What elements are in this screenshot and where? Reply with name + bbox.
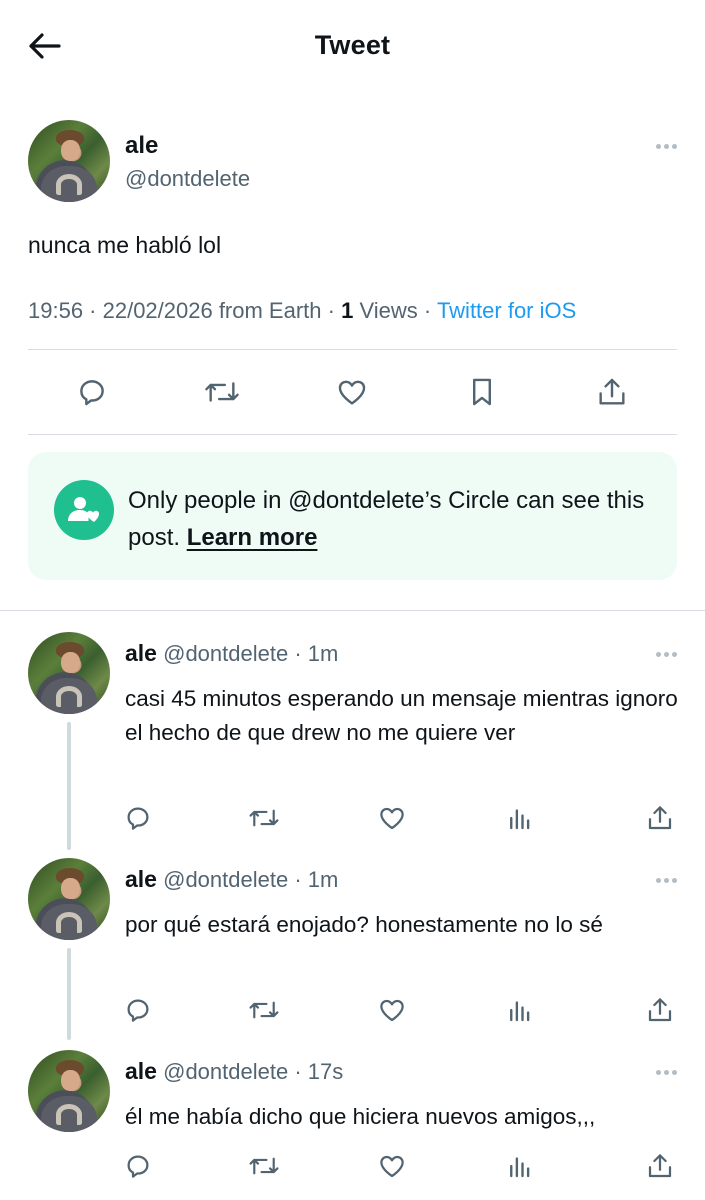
reply-header: ale @dontdelete · 1m bbox=[125, 866, 338, 893]
bookmark-button[interactable] bbox=[462, 372, 502, 412]
more-options-icon[interactable] bbox=[656, 1070, 677, 1075]
top-bar: Tweet bbox=[0, 0, 705, 92]
bookmark-icon bbox=[473, 378, 491, 406]
avatar[interactable] bbox=[28, 858, 110, 940]
author-name[interactable]: ale bbox=[125, 640, 157, 666]
author-handle[interactable]: @dontdelete bbox=[163, 1059, 288, 1084]
reply-button[interactable] bbox=[120, 992, 156, 1028]
circle-notice: Only people in @dontdelete’s Circle can … bbox=[28, 452, 677, 580]
reply-button[interactable] bbox=[120, 1148, 156, 1184]
reply-icon bbox=[127, 1155, 149, 1178]
more-options-icon[interactable] bbox=[656, 652, 677, 657]
views-count[interactable]: 1 bbox=[341, 298, 353, 323]
views-label[interactable]: Views bbox=[359, 298, 417, 323]
reply-text: casi 45 minutos esperando un mensaje mie… bbox=[125, 686, 678, 745]
reply-icon bbox=[127, 807, 149, 830]
share-icon bbox=[648, 998, 672, 1022]
retweet-icon bbox=[249, 809, 279, 827]
divider bbox=[28, 349, 677, 350]
more-options-icon[interactable] bbox=[656, 878, 677, 883]
circle-notice-text: Only people in @dontdelete’s Circle can … bbox=[128, 482, 658, 556]
retweet-button[interactable] bbox=[246, 1148, 282, 1184]
page-title: Tweet bbox=[314, 30, 391, 60]
tweet-text: nunca me habló lol bbox=[28, 232, 222, 258]
retweet-icon bbox=[249, 1157, 279, 1175]
like-button[interactable] bbox=[374, 800, 410, 836]
like-icon bbox=[338, 380, 366, 405]
tweet-meta: 19:56 · 22/02/2026 from Earth · 1 Views … bbox=[28, 298, 576, 324]
reply-header: ale @dontdelete · 17s bbox=[125, 1058, 343, 1085]
author-handle[interactable]: @dontdelete bbox=[163, 867, 288, 892]
avatar[interactable] bbox=[28, 1050, 110, 1132]
like-icon bbox=[380, 807, 404, 830]
avatar[interactable] bbox=[28, 120, 110, 202]
reply-icon bbox=[80, 380, 104, 406]
more-options-icon[interactable] bbox=[656, 144, 677, 149]
meta-separator: · bbox=[423, 298, 432, 323]
analytics-button[interactable] bbox=[502, 1148, 538, 1184]
reply-action-bar bbox=[118, 1148, 688, 1188]
author-name[interactable]: ale bbox=[125, 132, 158, 160]
reply-time: · 1m bbox=[294, 867, 339, 892]
like-button[interactable] bbox=[332, 372, 372, 412]
analytics-icon bbox=[510, 1157, 530, 1178]
share-button[interactable] bbox=[642, 992, 678, 1028]
divider bbox=[28, 434, 677, 435]
analytics-icon bbox=[510, 1001, 530, 1022]
like-icon bbox=[380, 1155, 404, 1178]
thread-line bbox=[67, 722, 71, 850]
like-icon bbox=[380, 999, 404, 1022]
retweet-button[interactable] bbox=[246, 992, 282, 1028]
thread-line bbox=[67, 948, 71, 1040]
tweet-source-link[interactable]: Twitter for iOS bbox=[437, 298, 576, 323]
author-handle[interactable]: @dontdelete bbox=[163, 641, 288, 666]
share-icon bbox=[599, 378, 625, 405]
circle-people-icon bbox=[54, 480, 114, 540]
reply-time: · 1m bbox=[294, 641, 339, 666]
share-icon bbox=[648, 806, 672, 830]
reply-icon bbox=[127, 999, 149, 1022]
share-button[interactable] bbox=[642, 800, 678, 836]
retweet-button[interactable] bbox=[246, 800, 282, 836]
share-button[interactable] bbox=[592, 372, 632, 412]
retweet-icon bbox=[205, 382, 239, 402]
analytics-icon bbox=[510, 809, 530, 830]
author-handle[interactable]: @dontdelete bbox=[125, 166, 250, 192]
reply-header: ale @dontdelete · 1m bbox=[125, 640, 338, 667]
reply-button[interactable] bbox=[120, 800, 156, 836]
tweet-action-bar bbox=[28, 372, 676, 422]
analytics-button[interactable] bbox=[502, 992, 538, 1028]
author-name[interactable]: ale bbox=[125, 866, 157, 892]
share-button[interactable] bbox=[642, 1148, 678, 1184]
reply-action-bar bbox=[118, 992, 688, 1032]
retweet-button[interactable] bbox=[202, 372, 242, 412]
reply-text: por qué estará enojado? honestamente no … bbox=[125, 912, 603, 937]
like-button[interactable] bbox=[374, 1148, 410, 1184]
like-button[interactable] bbox=[374, 992, 410, 1028]
reply-time: · 17s bbox=[294, 1059, 344, 1084]
avatar[interactable] bbox=[28, 632, 110, 714]
section-divider bbox=[0, 610, 705, 611]
tweet-page: Tweet ale @dontdelete nunca me habló lol… bbox=[0, 0, 705, 1200]
author-name[interactable]: ale bbox=[125, 1058, 157, 1084]
reply-button[interactable] bbox=[72, 372, 112, 412]
learn-more-link[interactable]: Learn more bbox=[187, 524, 318, 551]
retweet-icon bbox=[249, 1001, 279, 1019]
reply-text: él me había dicho que hiciera nuevos ami… bbox=[125, 1104, 596, 1129]
reply-action-bar bbox=[118, 800, 688, 840]
share-icon bbox=[648, 1154, 672, 1178]
analytics-button[interactable] bbox=[502, 800, 538, 836]
tweet-timestamp: 19:56 · 22/02/2026 from Earth · bbox=[28, 298, 335, 323]
